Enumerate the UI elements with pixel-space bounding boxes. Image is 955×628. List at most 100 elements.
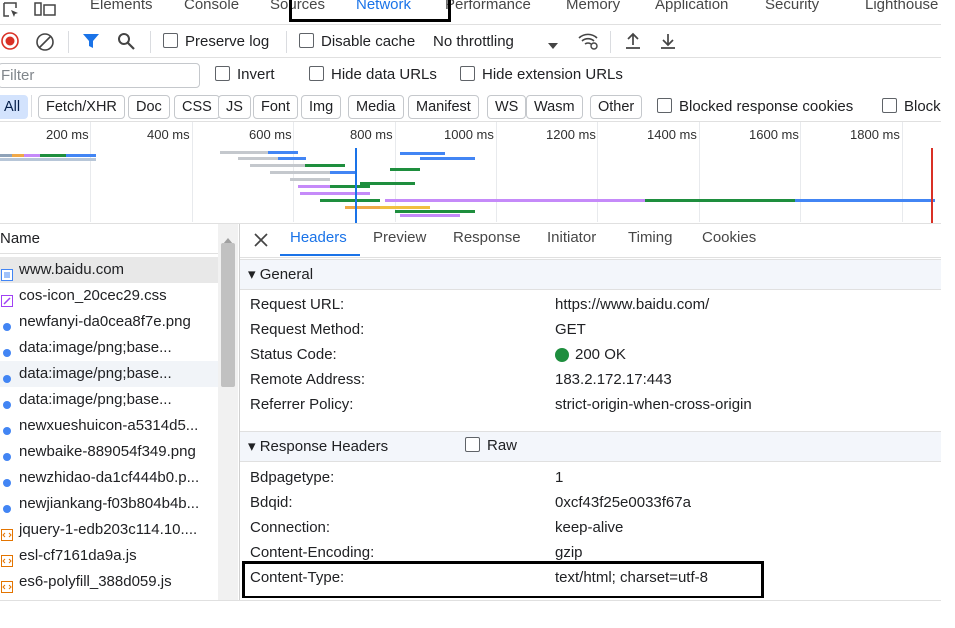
request-row[interactable]: data:image/png;base... (0, 387, 218, 413)
raw-checkbox[interactable]: Raw (465, 437, 517, 454)
tab-console[interactable]: Console (184, 0, 239, 13)
request-row[interactable]: newfanyi-da0cea8f7e.png (0, 309, 218, 335)
overview-bar (270, 171, 330, 174)
stylesheet-icon (1, 290, 13, 307)
blocked-requests-checkbox[interactable]: Block (882, 98, 941, 115)
overview-bar (400, 214, 460, 217)
grid-line (192, 122, 193, 222)
type-filter-js[interactable]: JS (218, 95, 251, 119)
hide-extension-urls-checkbox[interactable]: Hide extension URLs (460, 66, 623, 83)
type-filter-font[interactable]: Font (253, 95, 299, 119)
image-icon (1, 498, 12, 513)
close-icon[interactable] (253, 232, 269, 248)
tab-security[interactable]: Security (765, 0, 819, 13)
response-headers-section-header[interactable]: ▾ Response Headers Raw (240, 431, 941, 462)
request-row[interactable]: newbaike-889054f349.png (0, 439, 218, 465)
tab-memory[interactable]: Memory (566, 0, 620, 13)
request-row[interactable]: esl-cf7161da9a.js (0, 543, 218, 569)
overview-tick: 1800 ms (850, 127, 900, 142)
blocked-response-cookies-checkbox[interactable]: Blocked response cookies (657, 98, 853, 115)
request-row[interactable]: data:image/png;base... (0, 361, 218, 387)
tab-lighthouse[interactable]: Lighthouse (865, 0, 938, 13)
filter-input[interactable]: Filter (0, 63, 200, 88)
throttling-select[interactable]: No throttling (433, 33, 514, 50)
toolbar-separator (68, 31, 69, 53)
tab-response[interactable]: Response (453, 229, 521, 246)
type-filter-all[interactable]: All (0, 95, 29, 119)
import-har-icon[interactable] (624, 31, 642, 51)
request-row[interactable]: www.baidu.com (0, 257, 218, 283)
record-stop-icon[interactable] (1, 32, 19, 50)
invert-checkbox[interactable]: Invert (215, 66, 275, 83)
header-key: Request URL: (250, 296, 345, 313)
network-conditions-icon[interactable] (577, 31, 599, 51)
request-name: data:image/png;base... (19, 365, 172, 382)
header-key: Bdqid: (250, 494, 293, 511)
request-row[interactable]: es6-polyfill_388d059.js (0, 569, 218, 595)
scroll-up-icon[interactable] (223, 231, 233, 244)
type-filter-css[interactable]: CSS (174, 95, 220, 119)
hide-data-urls-checkbox[interactable]: Hide data URLs (309, 66, 437, 83)
overview-bar (305, 164, 345, 167)
type-filter-media[interactable]: Media (348, 95, 404, 119)
request-row[interactable]: cos-icon_20cec29.css (0, 283, 218, 309)
tab-headers[interactable]: Headers (290, 229, 347, 246)
request-list-scrollbar[interactable] (218, 224, 238, 600)
tab-timing[interactable]: Timing (628, 229, 672, 246)
request-row[interactable]: data:image/png;base... (0, 335, 218, 361)
toolbar-separator (286, 31, 287, 53)
section-title: ▾ General (248, 266, 314, 283)
highlight-network-tab (289, 0, 451, 22)
header-value: keep-alive (555, 519, 624, 536)
request-row[interactable]: newzhidao-da1cf444b0.p... (0, 465, 218, 491)
request-row[interactable]: newxueshuicon-a5314d5... (0, 413, 218, 439)
tab-elements[interactable]: Elements (90, 0, 153, 13)
scrollbar-thumb[interactable] (221, 243, 235, 387)
request-name: newfanyi-da0cea8f7e.png (19, 313, 191, 330)
request-name: newbaike-889054f349.png (19, 443, 196, 460)
overview-bar (290, 178, 330, 181)
request-name: data:image/png;base... (19, 339, 172, 356)
type-filter-doc[interactable]: Doc (128, 95, 170, 119)
overview-bar (220, 151, 268, 154)
request-row[interactable]: jquery-1-edb203c114.10.... (0, 517, 218, 543)
load-event-marker (931, 148, 933, 223)
tab-performance[interactable]: Performance (445, 0, 531, 13)
type-filter-fetch-xhr[interactable]: Fetch/XHR (38, 95, 125, 119)
overview-bar (0, 158, 96, 161)
request-row[interactable]: newjiankang-f03b804b4b... (0, 491, 218, 517)
search-icon[interactable] (117, 32, 135, 50)
script-icon (1, 576, 13, 593)
dom-content-loaded-marker (355, 148, 357, 223)
status-code-value: 200 OK (575, 346, 626, 363)
tab-cookies[interactable]: Cookies (702, 229, 756, 246)
tab-preview[interactable]: Preview (373, 229, 426, 246)
network-overview[interactable]: 200 ms 400 ms 600 ms 800 ms 1000 ms 1200… (0, 121, 941, 224)
name-column-header[interactable]: Name (0, 224, 218, 254)
image-icon (1, 394, 12, 409)
overview-bar (320, 199, 380, 202)
inspect-element-icon[interactable] (2, 2, 20, 18)
filter-icon[interactable] (82, 32, 100, 50)
overview-bar (24, 154, 40, 157)
request-name: es6-polyfill_388d059.js (19, 573, 172, 590)
chevron-down-icon[interactable] (547, 37, 559, 49)
type-filter-other[interactable]: Other (590, 95, 643, 119)
general-section-header[interactable]: ▾ General (240, 259, 941, 290)
type-filter-wasm[interactable]: Wasm (526, 95, 583, 119)
overview-bar (795, 199, 935, 202)
type-filter-manifest[interactable]: Manifest (408, 95, 479, 119)
clear-icon[interactable] (35, 32, 55, 52)
section-title: ▾ Response Headers (248, 438, 389, 455)
grid-line (902, 122, 903, 222)
request-name: jquery-1-edb203c114.10.... (19, 521, 198, 538)
type-filter-ws[interactable]: WS (487, 95, 527, 119)
preserve-log-checkbox[interactable]: Preserve log (163, 33, 269, 50)
overview-bar (278, 157, 306, 160)
tab-initiator[interactable]: Initiator (547, 229, 596, 246)
export-har-icon[interactable] (659, 31, 677, 51)
disable-cache-checkbox[interactable]: Disable cache (299, 33, 415, 50)
tab-application[interactable]: Application (655, 0, 728, 13)
type-filter-img[interactable]: Img (301, 95, 342, 119)
device-toolbar-icon[interactable] (34, 2, 56, 18)
